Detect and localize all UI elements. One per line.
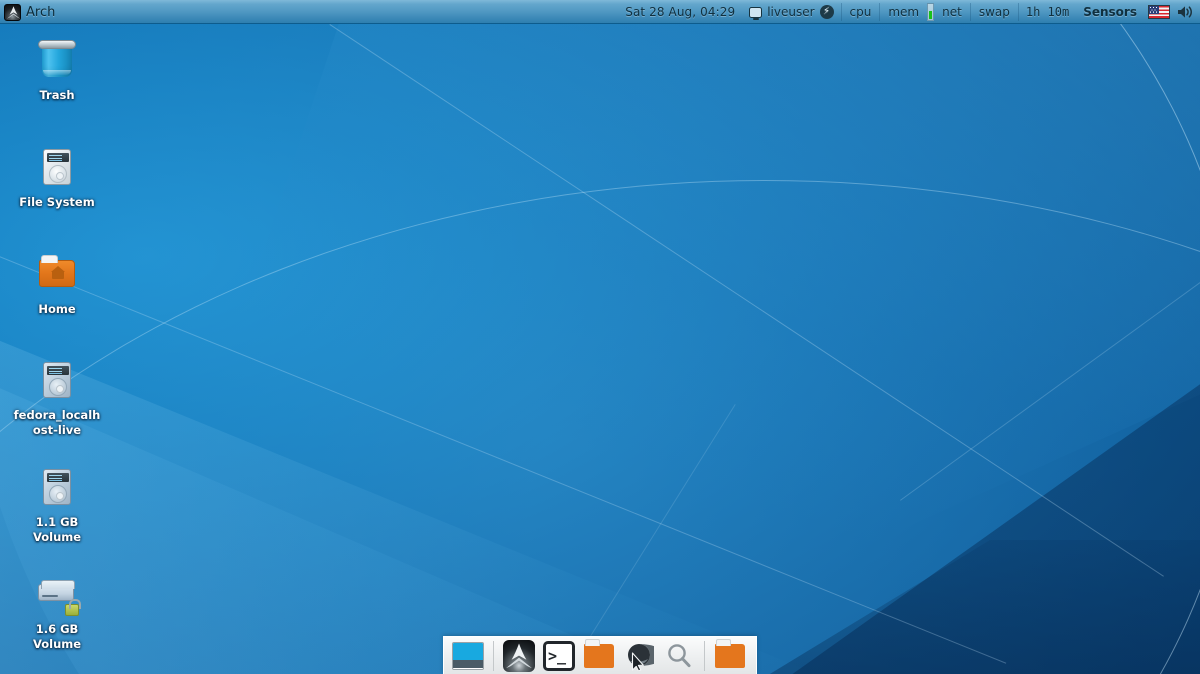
clock[interactable]: Sat 28 Aug, 04:29 xyxy=(618,0,742,24)
username-label: liveuser xyxy=(767,5,815,19)
desktop-icon-label: Home xyxy=(38,302,76,316)
dock-item-terminal[interactable] xyxy=(541,640,577,672)
desktop-icon-file-system[interactable]: File System xyxy=(10,143,104,210)
arch-logo-icon xyxy=(503,639,535,672)
trash-icon xyxy=(33,36,81,84)
locked-drive-icon xyxy=(33,570,81,618)
applications-menu-button[interactable]: Arch xyxy=(0,0,64,24)
mem-graph xyxy=(927,3,935,21)
desktop-icon-fedora-live[interactable]: fedora_localhost-live xyxy=(10,356,104,438)
globe-cursor-icon xyxy=(624,641,665,672)
volume-button[interactable] xyxy=(1174,0,1200,24)
net-monitor[interactable]: net xyxy=(934,0,970,24)
applications-menu-label: Arch xyxy=(26,4,56,20)
desktop-icon-label: fedora_localhost-live xyxy=(13,408,101,437)
desktop-icon-home[interactable]: Home xyxy=(10,250,104,317)
arch-logo-icon xyxy=(4,3,21,21)
mem-monitor[interactable]: mem xyxy=(880,0,927,24)
dock-panel xyxy=(443,636,757,674)
desktop-icon-label: 1.1 GB Volume xyxy=(32,515,82,544)
desktop-icon-label: 1.6 GB Volume xyxy=(32,622,82,651)
harddisk-icon xyxy=(33,356,81,404)
top-panel: Arch Sat 28 Aug, 04:29 liveuser ⚡ cpu me… xyxy=(0,0,1200,24)
power-icon[interactable]: ⚡ xyxy=(819,5,834,19)
dock-separator xyxy=(493,640,494,671)
user-switcher[interactable]: liveuser ⚡ xyxy=(742,0,840,24)
harddisk-icon xyxy=(33,143,81,191)
magnifier-icon xyxy=(665,642,693,670)
uptime-indicator[interactable]: 1h 10m xyxy=(1019,0,1076,24)
desktop-icon-trash[interactable]: Trash xyxy=(10,36,104,103)
desktop-icon-label: Trash xyxy=(39,88,75,102)
clock-label: Sat 28 Aug, 04:29 xyxy=(625,5,736,19)
monitor-icon xyxy=(749,6,763,20)
desktop-wallpaper[interactable] xyxy=(0,0,1200,674)
desktop-icon-label: File System xyxy=(19,195,95,209)
net-monitor-label: net xyxy=(942,5,962,19)
terminal-icon xyxy=(543,640,575,671)
harddisk-icon xyxy=(33,463,81,511)
mem-monitor-label: mem xyxy=(888,5,920,19)
sensors-plugin[interactable]: Sensors xyxy=(1076,0,1144,24)
cpu-monitor[interactable]: cpu xyxy=(842,0,880,24)
folder-icon xyxy=(715,638,745,668)
dock-item-arch-menu[interactable] xyxy=(501,639,537,672)
sensors-label: Sensors xyxy=(1083,5,1137,19)
home-folder-icon xyxy=(33,250,81,298)
dock-item-file-manager[interactable] xyxy=(581,638,617,672)
dock-item-app-finder[interactable] xyxy=(661,640,697,672)
panel-spacer xyxy=(64,0,618,23)
dock-separator xyxy=(704,640,705,671)
dock-item-show-desktop[interactable] xyxy=(450,640,486,672)
show-desktop-icon xyxy=(452,641,484,670)
keyboard-layout-switcher[interactable] xyxy=(1144,0,1174,24)
uptime-label: 1h 10m xyxy=(1025,5,1070,19)
folder-icon xyxy=(584,638,614,668)
desktop-icon-volume-1-6gb[interactable]: 1.6 GB Volume xyxy=(10,570,104,652)
us-flag-icon xyxy=(1148,5,1170,19)
dock-item-home-folder[interactable] xyxy=(712,638,748,672)
speaker-icon xyxy=(1176,4,1194,20)
swap-monitor[interactable]: swap xyxy=(971,0,1018,24)
dock-item-web-browser[interactable] xyxy=(621,640,665,672)
cpu-monitor-label: cpu xyxy=(849,5,872,19)
swap-monitor-label: swap xyxy=(978,5,1010,19)
desktop-icon-volume-1-1gb[interactable]: 1.1 GB Volume xyxy=(10,463,104,545)
